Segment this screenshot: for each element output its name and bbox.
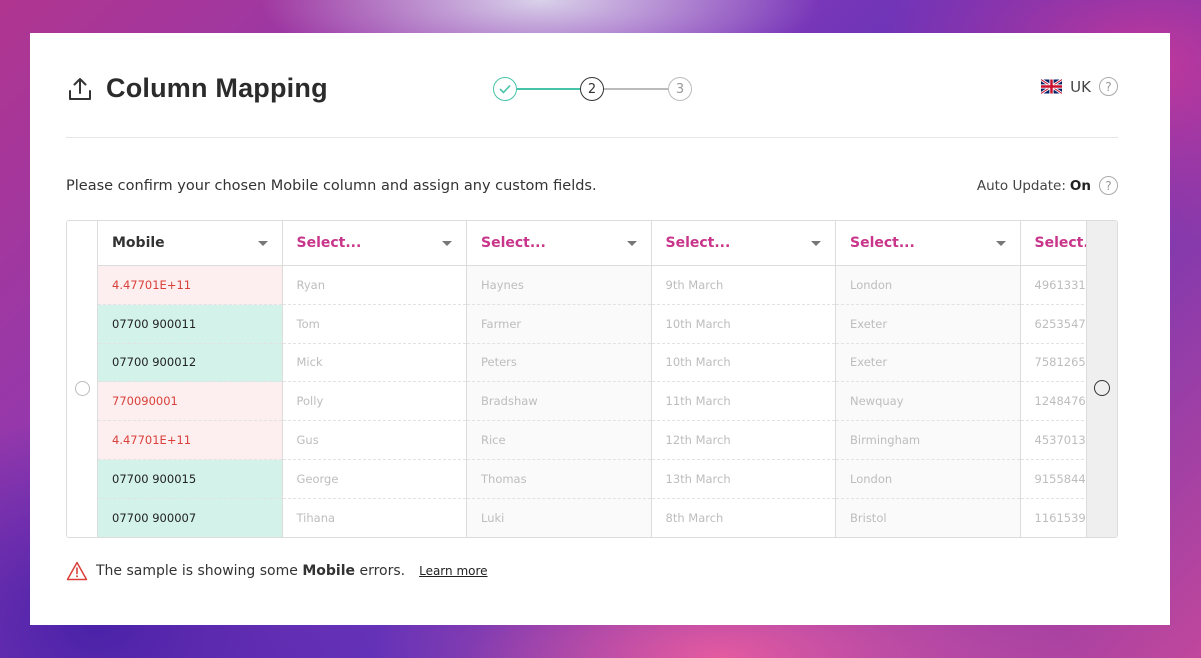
chevron-down-icon: [626, 240, 637, 246]
error-notice: The sample is showing some Mobile errors…: [66, 561, 488, 581]
table-cell: 07700 900011: [98, 304, 282, 344]
column-header-label: Mobile: [112, 235, 165, 251]
uk-flag-icon: [1041, 79, 1063, 94]
table-cell: 8th March: [665, 511, 724, 526]
table-cell: 13th March: [651, 460, 835, 499]
table-cell: 4.47701E+11: [98, 266, 282, 305]
notice-suffix: errors.: [359, 563, 406, 579]
column-field-select[interactable]: Select...: [1020, 221, 1088, 266]
chevron-down-icon: [442, 240, 452, 246]
table-cell: Exeter: [836, 304, 1020, 344]
table-cell: Bradshaw: [467, 382, 651, 422]
table-cell: 453701335: [1020, 421, 1087, 460]
step-connector-2: [604, 88, 668, 90]
table-cell: 10th March: [651, 305, 835, 344]
warning-icon: [66, 561, 88, 581]
column-field-select[interactable]: Select...: [467, 221, 651, 266]
table-cell: 11th March: [651, 382, 835, 422]
table-cell: Mick: [282, 344, 466, 383]
scroll-left-gutter: [67, 221, 98, 537]
table-cell: 770090001: [98, 382, 282, 422]
step-3[interactable]: 3: [668, 77, 692, 101]
scroll-left-button[interactable]: [75, 381, 90, 396]
chevron-down-icon: [257, 240, 268, 246]
title-group: Column Mapping: [66, 73, 328, 104]
locale-label: UK: [1070, 77, 1091, 96]
table-cell: 9th March: [651, 266, 835, 305]
mapping-card: Column Mapping 2 3 UK ? Please confirm y…: [30, 33, 1170, 625]
table-cell: 10th March: [651, 344, 835, 383]
instruction-text: Please confirm your chosen Mobile column…: [66, 178, 597, 194]
notice-text: The sample is showing some Mobile errors…: [96, 563, 405, 579]
table-cell: London: [836, 459, 1020, 499]
table-cell: Bristol: [836, 498, 1020, 537]
learn-more-link[interactable]: Learn more: [419, 564, 487, 578]
column-4: Select... London Exeter Exeter Newquay Birmin…: [836, 221, 1021, 537]
column-mobile: Mobile 4.47701E+11 07700 900011 07700 90001…: [98, 221, 283, 537]
page-title: Column Mapping: [106, 73, 328, 103]
table-cell: 625354725: [1020, 305, 1087, 344]
mapping-table: Mobile 4.47701E+11 07700 900011 07700 90001…: [66, 220, 1118, 538]
help-icon[interactable]: ?: [1099, 176, 1118, 195]
table-cell: 4.47701E+11: [98, 421, 282, 460]
table-cell: Haynes: [467, 266, 651, 305]
table-cell: Peters: [467, 343, 651, 383]
table-cell: Farmer: [467, 304, 651, 344]
auto-update-toggle[interactable]: Auto Update: On ?: [977, 176, 1118, 195]
auto-update-label: Auto Update:: [976, 177, 1066, 194]
notice-field: Mobile: [302, 563, 355, 579]
table-cell: 116153967: [1034, 511, 1088, 526]
table-cell: Tom: [282, 305, 466, 344]
column-header-label: Select...: [665, 235, 731, 251]
table-cell: 915584475: [1020, 460, 1087, 499]
column-header-label: Select...: [296, 235, 362, 251]
table-columns: Mobile 4.47701E+11 07700 900011 07700 90001…: [98, 221, 1087, 537]
table-cell: Luki: [467, 498, 651, 537]
scroll-right-button[interactable]: [1094, 380, 1110, 396]
column-header-label: Select...: [481, 235, 546, 251]
table-cell: Birmingham: [836, 421, 1020, 460]
step-2[interactable]: 2: [580, 77, 604, 101]
column-header-label: Select...: [1034, 235, 1088, 251]
table-cell: 07700 900007: [98, 498, 282, 537]
column-header-label: Select...: [850, 235, 915, 251]
table-cell: Ryan: [282, 266, 466, 305]
table-cell: 07700 900015: [98, 459, 282, 499]
column-1: Select... Ryan Tom Mick Polly Gus George Tihana: [282, 221, 467, 537]
column-3: Select... 9th March 10th March 10th March 11…: [651, 221, 836, 537]
check-icon: [499, 84, 511, 94]
table-cell: George: [282, 460, 466, 499]
table-cell: 12th March: [651, 421, 835, 460]
table-cell: Thomas: [467, 459, 651, 499]
table-cell: 758126535: [1020, 344, 1087, 383]
step-1[interactable]: [493, 77, 517, 101]
column-field-select[interactable]: Select...: [836, 221, 1020, 266]
help-icon[interactable]: ?: [1099, 77, 1118, 96]
table-cell: Newquay: [836, 382, 1020, 422]
column-field-select[interactable]: Select...: [651, 221, 835, 266]
table-cell: Gus: [282, 421, 466, 460]
column-field-select[interactable]: Select...: [282, 221, 466, 266]
table-cell: 496133195: [1020, 266, 1087, 305]
table-cell: Polly: [282, 382, 466, 422]
chevron-down-icon: [811, 240, 821, 246]
table-cell: London: [836, 266, 1020, 305]
chevron-down-icon: [995, 240, 1006, 246]
table-cell: 124847616: [1020, 382, 1087, 422]
table-cell: Tihana: [296, 511, 336, 526]
column-5: Select... 4961331956253547257581265351248…: [1020, 221, 1088, 537]
column-header-mobile[interactable]: Mobile: [98, 221, 282, 266]
step-connector-1: [517, 88, 580, 90]
scroll-right-gutter: [1086, 221, 1117, 537]
upload-icon: [69, 77, 91, 100]
header: Column Mapping 2 3 UK ?: [66, 33, 1118, 138]
table-cell: 07700 900012: [98, 343, 282, 383]
notice-prefix: The sample is showing some: [96, 563, 298, 579]
column-2: Select... Haynes Farmer Peters Bradshaw Rice T…: [467, 221, 652, 537]
locale-selector[interactable]: UK ?: [1041, 77, 1118, 96]
table-cell: Exeter: [836, 343, 1020, 383]
stepper: 2 3: [493, 77, 693, 101]
table-cell: Rice: [467, 421, 651, 460]
auto-update-value: On: [1069, 177, 1091, 194]
